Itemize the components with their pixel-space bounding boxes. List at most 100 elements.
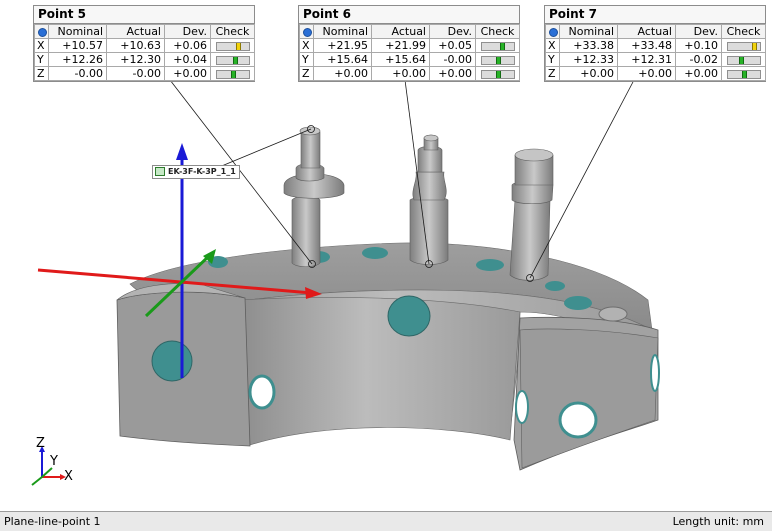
check-cell bbox=[210, 52, 255, 67]
check-marker bbox=[738, 56, 744, 64]
check-bar bbox=[726, 55, 761, 65]
point-title: Point 5 bbox=[34, 6, 254, 24]
top-hole bbox=[362, 247, 388, 259]
header-check: Check bbox=[721, 24, 766, 39]
table-row: Z +0.00 +0.00 +0.00 bbox=[545, 66, 766, 81]
header-nominal: Nominal bbox=[48, 24, 107, 39]
mesh-icon bbox=[155, 167, 165, 176]
dev-value: +0.00 bbox=[429, 66, 476, 81]
nominal-value: +12.33 bbox=[559, 52, 618, 67]
actual-value: +15.64 bbox=[371, 52, 430, 67]
flange-curve-face bbox=[239, 297, 521, 446]
point-table-7[interactable]: Point 7 Nominal Actual Dev. Check X +33.… bbox=[544, 5, 766, 82]
check-cell bbox=[475, 52, 520, 67]
dev-value: +0.00 bbox=[164, 66, 211, 81]
nominal-value: +0.00 bbox=[313, 66, 372, 81]
nominal-value: +0.00 bbox=[559, 66, 618, 81]
point-marker-icon bbox=[303, 27, 312, 37]
check-cell bbox=[721, 66, 766, 81]
dev-value: -0.00 bbox=[429, 52, 476, 67]
right-block-front bbox=[519, 328, 659, 469]
header-actual: Actual bbox=[617, 24, 676, 39]
status-operation: Plane-line-point 1 bbox=[4, 515, 101, 528]
post-5 bbox=[283, 126, 345, 268]
deviation-table: Nominal Actual Dev. Check X +33.38 +33.4… bbox=[545, 24, 766, 81]
check-cell bbox=[721, 38, 766, 53]
table-row: X +10.57 +10.63 +0.06 bbox=[34, 38, 255, 53]
deviation-table: Nominal Actual Dev. Check X +21.95 +21.9… bbox=[299, 24, 520, 81]
header-nominal: Nominal bbox=[313, 24, 372, 39]
check-marker bbox=[232, 56, 238, 64]
status-length-unit: Length unit: mm bbox=[672, 515, 764, 528]
nominal-value: +10.57 bbox=[48, 38, 107, 53]
check-bar bbox=[480, 69, 515, 79]
header-actual: Actual bbox=[371, 24, 430, 39]
check-cell bbox=[721, 52, 766, 67]
model-name-tag[interactable]: EK-3F-K-3P_1_1 bbox=[152, 165, 240, 179]
axis-label: X bbox=[545, 38, 560, 53]
actual-value: +21.99 bbox=[371, 38, 430, 53]
check-cell bbox=[475, 66, 520, 81]
z-axis-arrow-icon bbox=[176, 143, 188, 160]
table-header-row: Nominal Actual Dev. Check bbox=[34, 24, 255, 39]
status-bar: Plane-line-point 1 Length unit: mm bbox=[0, 511, 772, 531]
dev-value: +0.00 bbox=[675, 66, 722, 81]
dev-value: -0.02 bbox=[675, 52, 722, 67]
nominal-value: +12.26 bbox=[48, 52, 107, 67]
point-marker-icon bbox=[549, 27, 558, 37]
actual-value: +12.31 bbox=[617, 52, 676, 67]
table-header-row: Nominal Actual Dev. Check bbox=[545, 24, 766, 39]
check-marker bbox=[495, 56, 501, 64]
point-table-5[interactable]: Point 5 Nominal Actual Dev. Check X +10.… bbox=[33, 5, 255, 82]
check-marker bbox=[741, 70, 747, 78]
table-row: X +33.38 +33.48 +0.10 bbox=[545, 38, 766, 53]
actual-value: +33.48 bbox=[617, 38, 676, 53]
header-check: Check bbox=[210, 24, 255, 39]
check-bar bbox=[215, 41, 250, 51]
header-marker bbox=[34, 24, 49, 39]
header-marker bbox=[545, 24, 560, 39]
axis-label: Y bbox=[545, 52, 560, 67]
actual-value: +10.63 bbox=[106, 38, 165, 53]
nominal-value: +15.64 bbox=[313, 52, 372, 67]
actual-value: +0.00 bbox=[617, 66, 676, 81]
point-table-6[interactable]: Point 6 Nominal Actual Dev. Check X +21.… bbox=[298, 5, 520, 82]
check-marker bbox=[499, 42, 505, 50]
header-nominal: Nominal bbox=[559, 24, 618, 39]
table-row: Y +15.64 +15.64 -0.00 bbox=[299, 52, 520, 67]
point-marker-icon bbox=[38, 27, 47, 37]
actual-value: -0.00 bbox=[106, 66, 165, 81]
model-name-label: EK-3F-K-3P_1_1 bbox=[168, 167, 236, 176]
post-7 bbox=[509, 148, 554, 281]
axis-label: Z bbox=[34, 66, 49, 81]
header-dev: Dev. bbox=[164, 24, 211, 39]
header-check: Check bbox=[475, 24, 520, 39]
point-title: Point 6 bbox=[299, 6, 519, 24]
triad-y-label: Y bbox=[50, 454, 58, 469]
check-cell bbox=[210, 38, 255, 53]
header-actual: Actual bbox=[106, 24, 165, 39]
top-hole bbox=[545, 281, 565, 291]
axis-label: X bbox=[34, 38, 49, 53]
axis-label: Z bbox=[299, 66, 314, 81]
check-bar bbox=[726, 41, 761, 51]
axis-label: X bbox=[299, 38, 314, 53]
axis-label: Y bbox=[34, 52, 49, 67]
check-cell bbox=[210, 66, 255, 81]
point-title: Point 7 bbox=[545, 6, 765, 24]
hole bbox=[248, 374, 276, 410]
check-marker bbox=[230, 70, 236, 78]
table-header-row: Nominal Actual Dev. Check bbox=[299, 24, 520, 39]
hole bbox=[515, 390, 529, 424]
hole bbox=[558, 401, 598, 439]
3d-viewport[interactable]: Point 5 Nominal Actual Dev. Check X +10.… bbox=[0, 0, 772, 511]
table-row: Z -0.00 -0.00 +0.00 bbox=[34, 66, 255, 81]
hole bbox=[387, 295, 431, 337]
deviation-table: Nominal Actual Dev. Check X +10.57 +10.6… bbox=[34, 24, 255, 81]
dev-value: +0.04 bbox=[164, 52, 211, 67]
table-row: Y +12.33 +12.31 -0.02 bbox=[545, 52, 766, 67]
axis-label: Y bbox=[299, 52, 314, 67]
header-dev: Dev. bbox=[675, 24, 722, 39]
actual-value: +12.30 bbox=[106, 52, 165, 67]
nominal-value: +21.95 bbox=[313, 38, 372, 53]
